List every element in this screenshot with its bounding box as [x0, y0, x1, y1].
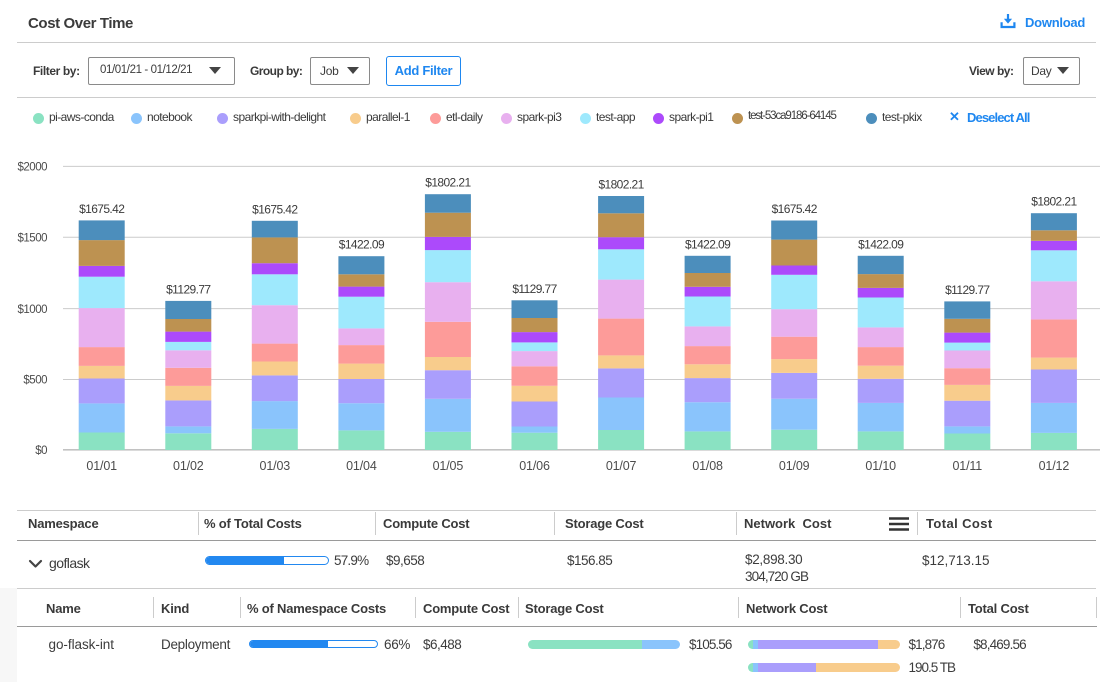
svg-text:01/08: 01/08: [692, 459, 723, 473]
svg-text:$1422.09: $1422.09: [685, 237, 731, 251]
svg-text:01/07: 01/07: [606, 459, 637, 473]
svg-text:$1000: $1000: [18, 304, 48, 316]
svg-text:01/11: 01/11: [952, 459, 982, 473]
svg-text:$500: $500: [23, 375, 47, 387]
svg-text:01/01: 01/01: [86, 459, 117, 473]
svg-text:01/10: 01/10: [865, 459, 896, 473]
svg-text:$1422.09: $1422.09: [858, 237, 904, 251]
svg-text:$1500: $1500: [18, 233, 48, 245]
svg-text:$1129.77: $1129.77: [512, 282, 557, 296]
svg-text:$1802.21: $1802.21: [1031, 195, 1077, 209]
svg-text:01/05: 01/05: [433, 459, 464, 473]
svg-text:01/09: 01/09: [779, 459, 810, 473]
svg-text:$1675.42: $1675.42: [772, 202, 818, 216]
svg-text:$0: $0: [35, 445, 47, 457]
svg-text:01/04: 01/04: [346, 459, 377, 473]
svg-text:$1422.09: $1422.09: [339, 238, 385, 252]
svg-text:01/12: 01/12: [1039, 459, 1070, 473]
svg-text:$1675.42: $1675.42: [252, 202, 298, 216]
svg-text:01/03: 01/03: [260, 459, 291, 473]
svg-text:01/02: 01/02: [173, 459, 204, 473]
svg-text:$2000: $2000: [18, 162, 48, 174]
svg-text:$1675.42: $1675.42: [79, 202, 125, 216]
svg-text:$1129.77: $1129.77: [166, 282, 211, 296]
svg-text:$1802.21: $1802.21: [598, 178, 644, 192]
svg-text:$1802.21: $1802.21: [425, 176, 471, 190]
svg-text:$1129.77: $1129.77: [945, 283, 990, 297]
svg-text:01/06: 01/06: [519, 459, 550, 473]
